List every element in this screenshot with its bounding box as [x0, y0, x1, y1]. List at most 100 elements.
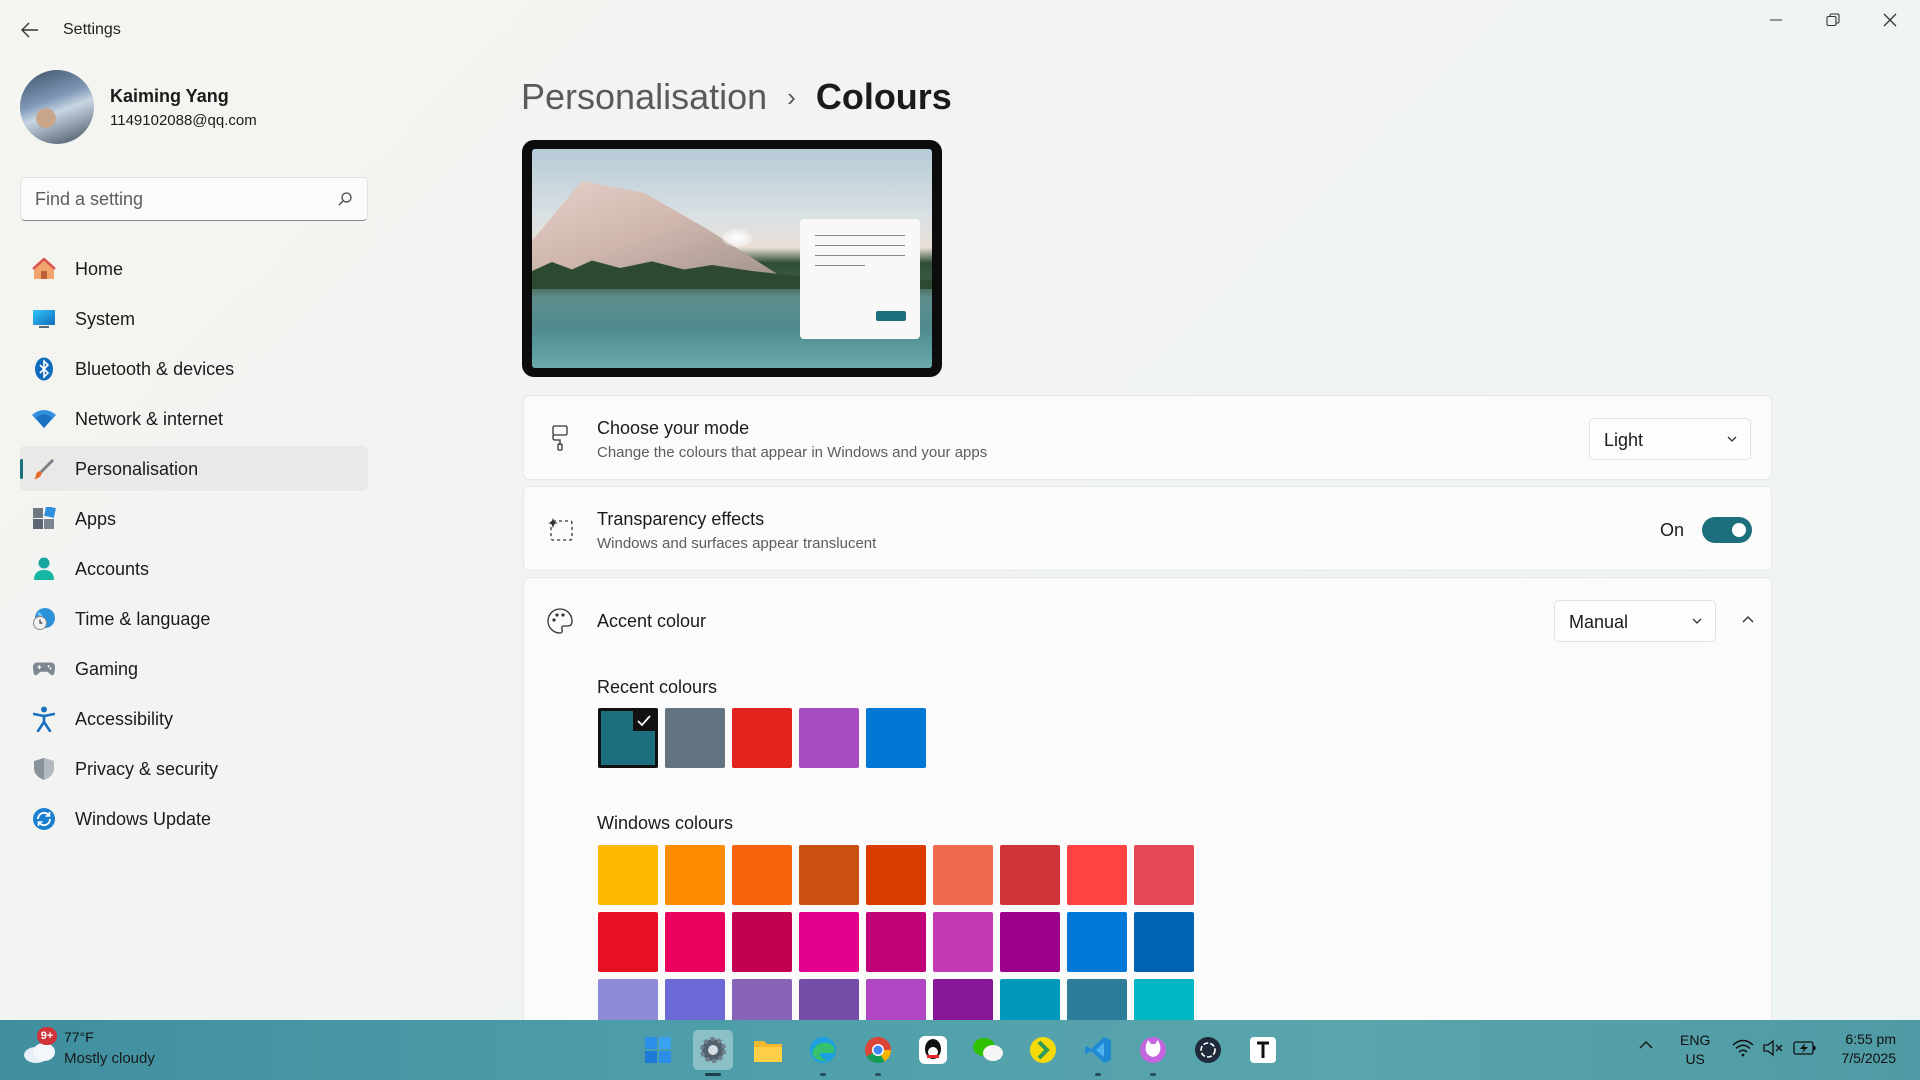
- sidebar-item-bluetooth[interactable]: Bluetooth & devices: [20, 346, 368, 391]
- language-code: ENG: [1680, 1032, 1711, 1048]
- taskbar-music-app[interactable]: [1023, 1030, 1063, 1070]
- qq-icon: [919, 1036, 947, 1064]
- recent-colour-swatch[interactable]: [665, 708, 725, 768]
- taskbar: 9+ 77°F Mostly cloudy ENG US 6:55 pm 7/5…: [0, 1020, 1920, 1080]
- transparency-description: Windows and surfaces appear translucent: [597, 535, 877, 552]
- taskbar-chatgpt[interactable]: [1188, 1030, 1228, 1070]
- windows-colour-swatch[interactable]: [1067, 912, 1127, 972]
- windows-colour-swatch[interactable]: [665, 845, 725, 905]
- taskbar-edge[interactable]: [803, 1030, 843, 1076]
- sidebar-item-accounts[interactable]: Accounts: [20, 546, 368, 591]
- monitor-icon: [32, 307, 56, 331]
- paintbrush-icon: [32, 457, 56, 481]
- accent-dropdown-value: Manual: [1569, 612, 1629, 632]
- restore-button[interactable]: [1805, 4, 1861, 36]
- apps-icon: [32, 507, 56, 531]
- transparency-title: Transparency effects: [597, 509, 765, 529]
- sidebar-item-time-language[interactable]: Time & language: [20, 596, 368, 641]
- user-profile[interactable]: Kaiming Yang 1149102088@qq.com: [20, 70, 360, 146]
- back-arrow-icon: [21, 22, 38, 38]
- taskbar-vscode[interactable]: [1078, 1030, 1118, 1076]
- windows-colour-swatch[interactable]: [598, 912, 658, 972]
- windows-colour-swatch[interactable]: [1000, 912, 1060, 972]
- recent-colour-swatch[interactable]: [598, 708, 658, 768]
- profile-name: Kaiming Yang: [110, 86, 229, 106]
- sidebar-item-accessibility[interactable]: Accessibility: [20, 696, 368, 741]
- windows-colour-swatch[interactable]: [1134, 845, 1194, 905]
- show-hidden-icons-button[interactable]: [1638, 1038, 1654, 1056]
- app-title: Settings: [63, 21, 121, 38]
- sidebar-item-windows-update[interactable]: Windows Update: [20, 796, 368, 841]
- clock-time: 6:55 pm: [1845, 1031, 1896, 1047]
- windows-colour-swatch[interactable]: [598, 845, 658, 905]
- sidebar-item-network[interactable]: Network & internet: [20, 396, 368, 441]
- taskbar-wechat[interactable]: [968, 1030, 1008, 1070]
- sidebar-item-label: Accounts: [75, 559, 150, 579]
- sidebar-item-system[interactable]: System: [20, 296, 368, 341]
- windows-colour-swatch[interactable]: [799, 845, 859, 905]
- language-indicator[interactable]: ENG US: [1680, 1031, 1710, 1069]
- taskbar-cat-app[interactable]: [1133, 1030, 1173, 1076]
- windows-colour-swatch[interactable]: [933, 912, 993, 972]
- minimize-button[interactable]: [1748, 4, 1804, 36]
- taskbar-settings[interactable]: [693, 1030, 733, 1076]
- sidebar-item-label: Gaming: [75, 659, 139, 679]
- sidebar-item-gaming[interactable]: Gaming: [20, 646, 368, 691]
- start-button[interactable]: [638, 1030, 678, 1070]
- collapse-accent-button[interactable]: [1732, 604, 1764, 636]
- sidebar-item-home[interactable]: Home: [20, 246, 368, 291]
- profile-email: 1149102088@qq.com: [110, 112, 257, 129]
- taskbar-qq[interactable]: [913, 1030, 953, 1070]
- person-icon: [32, 557, 56, 581]
- windows-colour-swatch[interactable]: [732, 912, 792, 972]
- windows-colour-swatch[interactable]: [1134, 912, 1194, 972]
- edge-icon: [810, 1037, 836, 1063]
- windows-colour-swatch[interactable]: [799, 912, 859, 972]
- chevron-down-icon: [1727, 436, 1737, 442]
- preview-window: [800, 219, 920, 339]
- windows-colour-swatch[interactable]: [732, 845, 792, 905]
- windows-colour-swatch[interactable]: [665, 912, 725, 972]
- windows-colour-swatch[interactable]: [933, 845, 993, 905]
- clock-date: 7/5/2025: [1841, 1050, 1897, 1066]
- taskbar-file-explorer[interactable]: [748, 1030, 788, 1070]
- sidebar-item-personalisation[interactable]: Personalisation: [20, 446, 368, 491]
- system-clock[interactable]: 6:55 pm 7/5/2025: [1842, 1030, 1897, 1068]
- close-button[interactable]: [1862, 4, 1918, 36]
- update-icon: [32, 807, 56, 831]
- mode-dropdown[interactable]: Light: [1589, 418, 1751, 460]
- mode-dropdown-value: Light: [1604, 430, 1644, 450]
- transparency-toggle[interactable]: [1702, 517, 1752, 543]
- restore-icon: [1826, 13, 1840, 27]
- recent-colour-swatch[interactable]: [799, 708, 859, 768]
- breadcrumb: Personalisation › Colours: [521, 72, 952, 122]
- paint-roller-icon: [546, 424, 574, 452]
- wifi-icon[interactable]: [1732, 1039, 1754, 1057]
- search-box[interactable]: Find a setting: [20, 177, 368, 221]
- windows-colour-swatch[interactable]: [1000, 845, 1060, 905]
- windows-colour-swatch[interactable]: [866, 845, 926, 905]
- windows-colour-swatch[interactable]: [1067, 845, 1127, 905]
- recent-colour-swatch[interactable]: [732, 708, 792, 768]
- file-explorer-icon: [754, 1041, 782, 1062]
- bluetooth-icon: [32, 357, 56, 381]
- music-app-icon: [1030, 1037, 1056, 1063]
- transparency-card: Transparency effects Windows and surface…: [523, 486, 1772, 571]
- mode-card: Choose your mode Change the colours that…: [523, 395, 1772, 480]
- battery-charging-icon[interactable]: [1793, 1039, 1817, 1057]
- sidebar-item-privacy-security[interactable]: Privacy & security: [20, 746, 368, 791]
- recent-colour-swatch[interactable]: [866, 708, 926, 768]
- accent-mode-dropdown[interactable]: Manual: [1554, 600, 1716, 642]
- taskbar-typora[interactable]: [1243, 1030, 1283, 1070]
- search-input[interactable]: Find a setting: [35, 189, 143, 210]
- sidebar-item-apps[interactable]: Apps: [20, 496, 368, 541]
- breadcrumb-parent[interactable]: Personalisation: [521, 76, 767, 118]
- chevron-down-icon: [1692, 618, 1702, 624]
- transparency-sparkle-icon: [546, 515, 574, 543]
- back-button[interactable]: [14, 16, 46, 44]
- windows-colour-swatch[interactable]: [866, 912, 926, 972]
- typora-icon: [1250, 1037, 1276, 1063]
- taskbar-chrome[interactable]: [858, 1030, 898, 1076]
- mode-description: Change the colours that appear in Window…: [597, 444, 988, 461]
- speaker-muted-icon[interactable]: [1762, 1039, 1784, 1057]
